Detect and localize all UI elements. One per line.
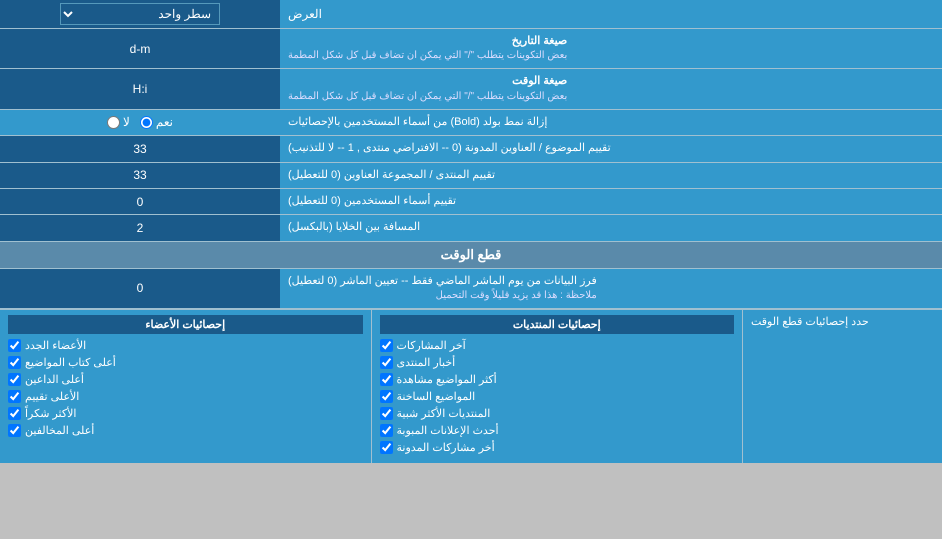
user-order-input[interactable] xyxy=(5,195,275,209)
bold-remove-row: إزالة نمط بولد (Bold) من أسماء المستخدمي… xyxy=(0,110,942,136)
bold-remove-radio-cell: نعم لا xyxy=(0,110,280,135)
check-item-5: المنتديات الأكثر شبية xyxy=(380,407,735,420)
display-row: العرض سطر واحد سطرين ثلاثة أسطر xyxy=(0,0,942,29)
forum-order-row: تقييم المنتدى / المجموعة العناوين (0 للت… xyxy=(0,163,942,189)
check-forum-6[interactable] xyxy=(380,424,393,437)
forum-order-label: تقييم المنتدى / المجموعة العناوين (0 للت… xyxy=(280,163,942,188)
radio-yes-input[interactable] xyxy=(140,116,153,129)
user-order-label: تقييم أسماء المستخدمين (0 للتعطيل) xyxy=(280,189,942,214)
time-format-label: صيغة الوقت بعض التكوينات يتطلب "/" التي … xyxy=(280,69,942,108)
check-member-1-item: الأعضاء الجدد xyxy=(8,339,363,352)
cut-row: فرز البيانات من يوم الماشر الماضي فقط --… xyxy=(0,269,942,309)
check-member-4[interactable] xyxy=(8,390,21,403)
check-member-5-item: الأكثر شكراً xyxy=(8,407,363,420)
check-item-1: آخر المشاركات xyxy=(380,339,735,352)
date-format-row: صيغة التاريخ بعض التكوينات يتطلب "/" الت… xyxy=(0,29,942,69)
date-format-label: صيغة التاريخ بعض التكوينات يتطلب "/" الت… xyxy=(280,29,942,68)
check-member-1[interactable] xyxy=(8,339,21,352)
check-member-2[interactable] xyxy=(8,356,21,369)
time-format-input-cell xyxy=(0,69,280,108)
cut-time-section-title: قطع الوقت xyxy=(0,242,942,269)
check-member-6[interactable] xyxy=(8,424,21,437)
check-item-6: أحدث الإعلانات المبوبة xyxy=(380,424,735,437)
check-forum-2[interactable] xyxy=(380,356,393,369)
cell-spacing-input[interactable] xyxy=(5,221,275,235)
date-format-input[interactable] xyxy=(5,42,275,56)
topic-order-input-cell xyxy=(0,136,280,161)
check-forum-5[interactable] xyxy=(380,407,393,420)
topic-order-row: تقييم الموضوع / العناوين المدونة (0 -- ا… xyxy=(0,136,942,162)
member-stats-column: إحصائيات الأعضاء الأعضاء الجدد أعلى كتاب… xyxy=(0,310,371,463)
check-member-3[interactable] xyxy=(8,373,21,386)
cell-spacing-label: المسافة بين الخلايا (بالبكسل) xyxy=(280,215,942,240)
forum-stats-header: إحصائيات المنتديات xyxy=(380,315,735,334)
radio-no-input[interactable] xyxy=(107,116,120,129)
check-item-2: أخبار المنتدى xyxy=(380,356,735,369)
display-label: العرض xyxy=(280,0,942,28)
checkboxes-wrapper: حدد إحصائيات قطع الوقت إحصائيات المنتديا… xyxy=(0,309,942,463)
cell-spacing-input-cell xyxy=(0,215,280,240)
check-forum-7[interactable] xyxy=(380,441,393,454)
topic-order-input[interactable] xyxy=(5,142,275,156)
bold-remove-label: إزالة نمط بولد (Bold) من أسماء المستخدمي… xyxy=(280,110,942,135)
display-input-cell: سطر واحد سطرين ثلاثة أسطر xyxy=(0,0,280,28)
time-format-row: صيغة الوقت بعض التكوينات يتطلب "/" التي … xyxy=(0,69,942,109)
check-item-7: أخر مشاركات المدونة xyxy=(380,441,735,454)
time-format-input[interactable] xyxy=(5,82,275,96)
check-item-4: المواضيع الساخنة xyxy=(380,390,735,403)
cut-row-input-cell xyxy=(0,269,280,308)
forum-order-input-cell xyxy=(0,163,280,188)
cut-row-input[interactable] xyxy=(5,281,275,295)
user-order-input-cell xyxy=(0,189,280,214)
display-select[interactable]: سطر واحد سطرين ثلاثة أسطر xyxy=(60,3,220,25)
check-forum-4[interactable] xyxy=(380,390,393,403)
member-stats-header: إحصائيات الأعضاء xyxy=(8,315,363,334)
topic-order-label: تقييم الموضوع / العناوين المدونة (0 -- ا… xyxy=(280,136,942,161)
forum-stats-column: إحصائيات المنتديات آخر المشاركات أخبار ا… xyxy=(371,310,743,463)
check-forum-3[interactable] xyxy=(380,373,393,386)
date-format-input-cell xyxy=(0,29,280,68)
forum-order-input[interactable] xyxy=(5,168,275,182)
radio-no: لا xyxy=(107,115,130,129)
cell-spacing-row: المسافة بين الخلايا (بالبكسل) xyxy=(0,215,942,241)
check-member-6-item: أعلى المخالفين xyxy=(8,424,363,437)
check-member-2-item: أعلى كتاب المواضيع xyxy=(8,356,363,369)
check-member-4-item: الأعلى تقييم xyxy=(8,390,363,403)
checkboxes-section-label: حدد إحصائيات قطع الوقت xyxy=(742,310,942,463)
check-forum-1[interactable] xyxy=(380,339,393,352)
check-item-3: أكثر المواضيع مشاهدة xyxy=(380,373,735,386)
check-member-3-item: أعلى الداعين xyxy=(8,373,363,386)
check-member-5[interactable] xyxy=(8,407,21,420)
radio-yes: نعم xyxy=(140,115,173,129)
cut-row-label: فرز البيانات من يوم الماشر الماضي فقط --… xyxy=(280,269,942,308)
user-order-row: تقييم أسماء المستخدمين (0 للتعطيل) xyxy=(0,189,942,215)
